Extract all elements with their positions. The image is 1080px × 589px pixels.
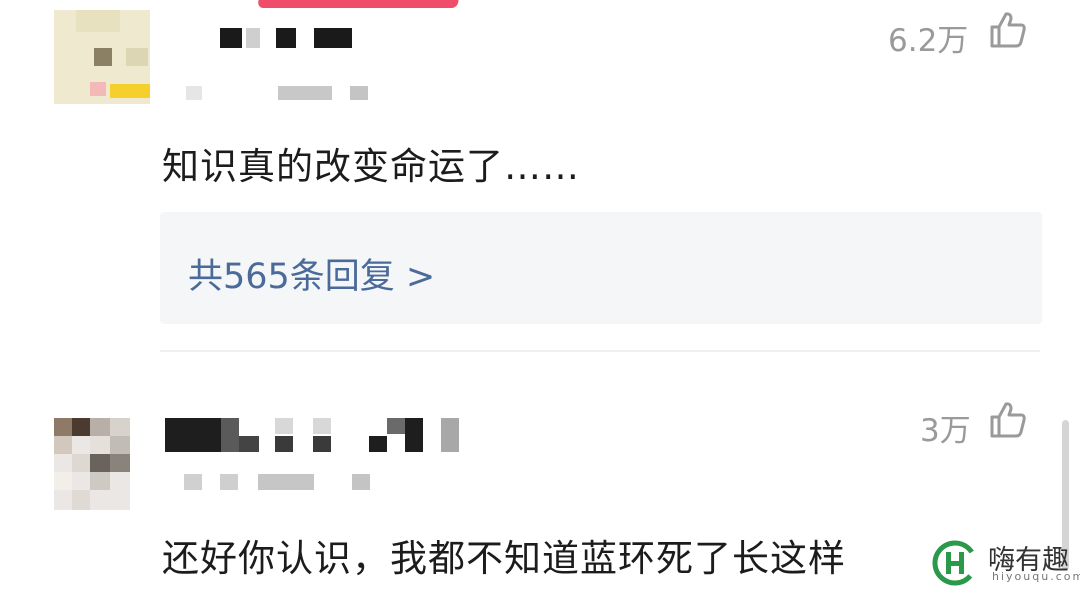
like-count: 3万 [920, 413, 971, 449]
comment-text: 还好你认识，我都不知道蓝环死了长这样 [162, 537, 846, 580]
brand-logo-icon [932, 540, 978, 586]
like-count: 6.2万 [888, 23, 969, 59]
avatar[interactable] [54, 418, 130, 510]
meta-redacted [180, 86, 380, 102]
username-redacted[interactable] [180, 28, 360, 52]
avatar[interactable] [54, 10, 150, 104]
username-redacted[interactable] [165, 418, 465, 456]
comment-text: 知识真的改变命运了…… [162, 145, 580, 188]
view-replies-link[interactable]: 共565条回复 > [188, 248, 435, 299]
watermark-url: hiyouqu.com [992, 570, 1080, 583]
thumbs-up-icon[interactable] [988, 400, 1028, 440]
top-highlight-bar [257, 0, 459, 8]
meta-redacted [180, 474, 380, 492]
divider [160, 350, 1040, 352]
thumbs-up-icon[interactable] [988, 10, 1028, 50]
